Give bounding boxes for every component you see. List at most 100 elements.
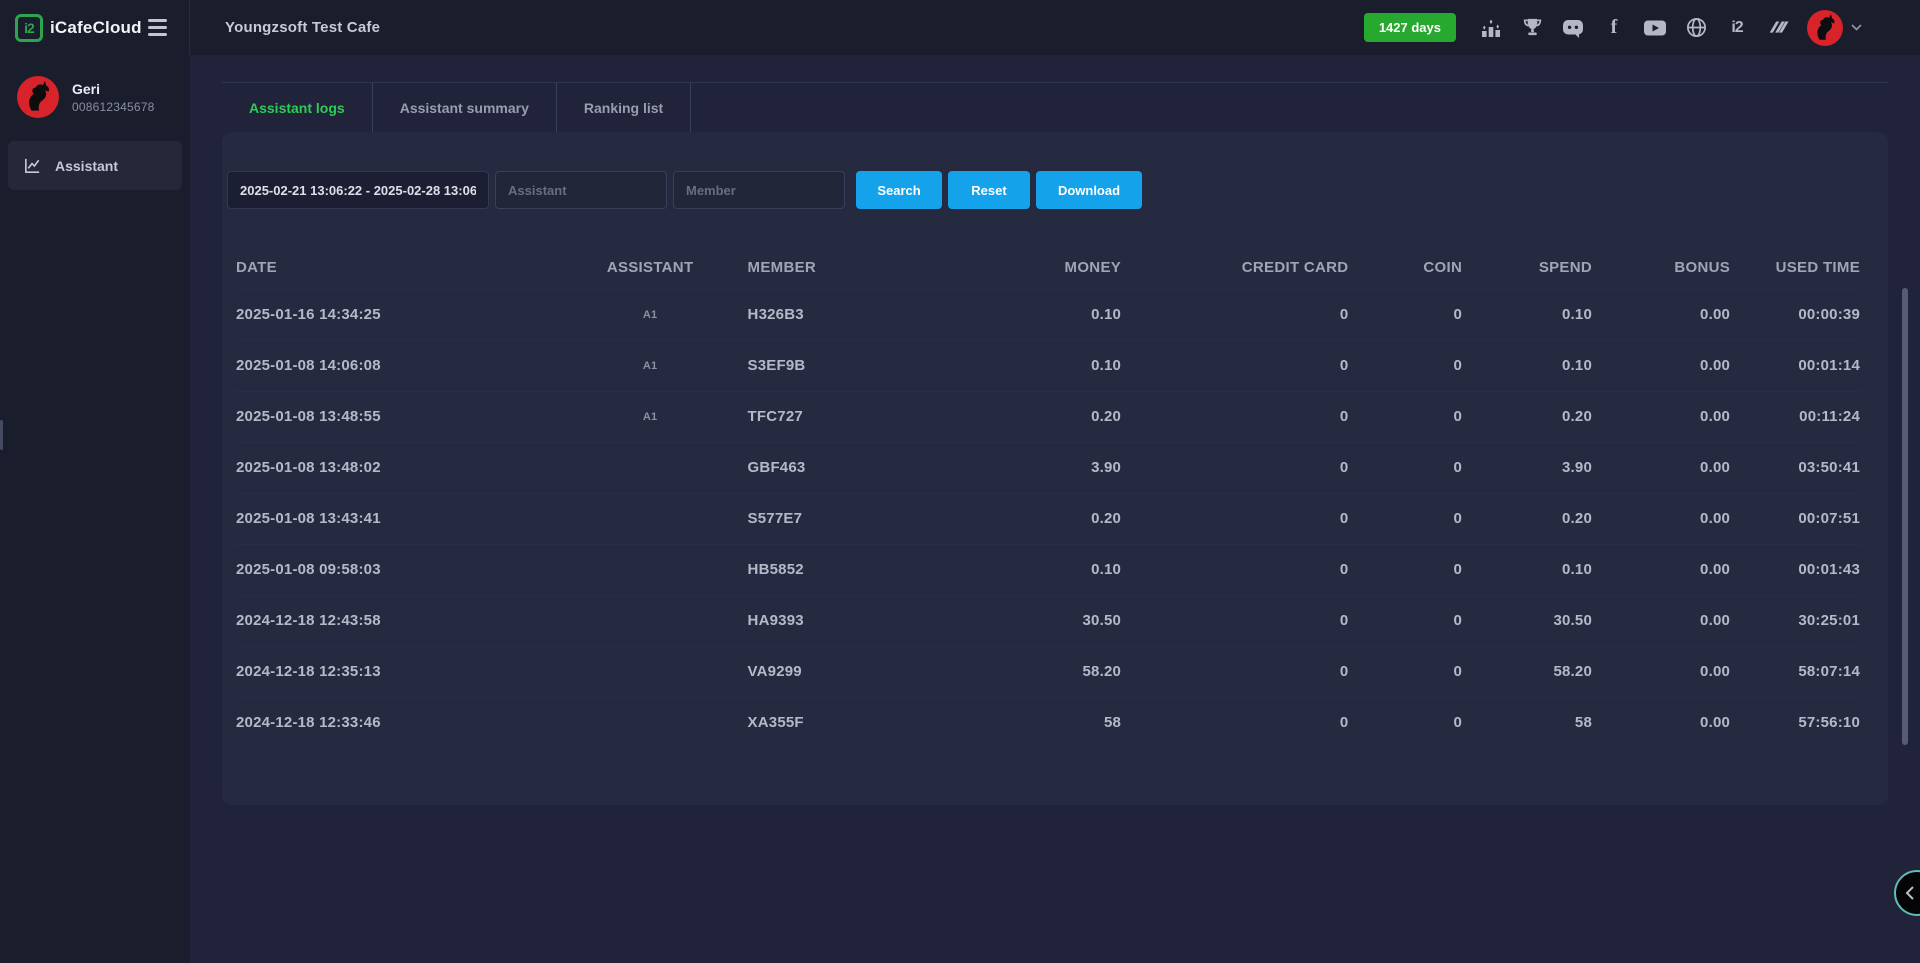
table-cell: 0 bbox=[1121, 289, 1348, 340]
table-cell: 3.90 bbox=[951, 442, 1122, 493]
table-row[interactable]: 2025-01-08 13:43:41S577E70.20000.200.000… bbox=[236, 493, 1860, 544]
user-menu[interactable] bbox=[1807, 10, 1862, 46]
table-row[interactable]: 2024-12-18 12:33:46XA355F5800580.0057:56… bbox=[236, 697, 1860, 748]
table-cell: 0.20 bbox=[951, 391, 1122, 442]
table-cell: 0.10 bbox=[1462, 340, 1592, 391]
table-cell: 58 bbox=[1462, 697, 1592, 748]
ranking-icon[interactable] bbox=[1479, 16, 1503, 40]
table-cell: 00:00:39 bbox=[1730, 289, 1860, 340]
table-cell: 2024-12-18 12:35:13 bbox=[236, 646, 553, 697]
column-header-spend: SPEND bbox=[1462, 246, 1592, 289]
user-phone: 008612345678 bbox=[72, 100, 155, 114]
table-cell: 0.20 bbox=[951, 493, 1122, 544]
table-cell: S577E7 bbox=[748, 493, 951, 544]
table-cell: 0.00 bbox=[1592, 391, 1730, 442]
search-button[interactable]: Search bbox=[856, 171, 942, 209]
table-cell: 0.10 bbox=[951, 340, 1122, 391]
table-cell: 03:50:41 bbox=[1730, 442, 1860, 493]
assistant-logs-panel: Search Reset Download DATEASSISTANTMEMBE… bbox=[222, 132, 1888, 805]
table-row[interactable]: 2024-12-18 12:43:58HA939330.500030.500.0… bbox=[236, 595, 1860, 646]
table-cell: 57:56:10 bbox=[1730, 697, 1860, 748]
tab-bar: Assistant logs Assistant summary Ranking… bbox=[222, 82, 1888, 132]
table-cell: 0 bbox=[1121, 493, 1348, 544]
table-row[interactable]: 2025-01-08 13:48:02GBF4633.90003.900.000… bbox=[236, 442, 1860, 493]
tab-assistant-logs[interactable]: Assistant logs bbox=[222, 83, 373, 132]
reset-button[interactable]: Reset bbox=[948, 171, 1030, 209]
table-cell: 0 bbox=[1121, 442, 1348, 493]
table-cell: 0 bbox=[1121, 697, 1348, 748]
table-head-row: DATEASSISTANTMEMBERMONEYCREDIT CARDCOINS… bbox=[236, 246, 1860, 289]
table-row[interactable]: 2025-01-08 09:58:03HB58520.10000.100.000… bbox=[236, 544, 1860, 595]
table-cell: HB5852 bbox=[748, 544, 951, 595]
table-cell: 0.00 bbox=[1592, 289, 1730, 340]
table-cell: 0 bbox=[1121, 595, 1348, 646]
column-header-member: MEMBER bbox=[748, 246, 951, 289]
table-cell: 0 bbox=[1121, 391, 1348, 442]
date-range-input[interactable] bbox=[227, 171, 489, 209]
column-header-bonus: BONUS bbox=[1592, 246, 1730, 289]
table-cell: 2025-01-08 14:06:08 bbox=[236, 340, 553, 391]
sidebar-item-assistant[interactable]: Assistant bbox=[8, 141, 182, 190]
hamburger-menu-icon[interactable] bbox=[148, 19, 167, 36]
table-cell: 0 bbox=[1348, 646, 1462, 697]
table-cell bbox=[553, 697, 748, 748]
table-cell: 0 bbox=[1348, 289, 1462, 340]
table-cell: 00:01:14 bbox=[1730, 340, 1860, 391]
table-row[interactable]: 2025-01-08 13:48:55A1TFC7270.20000.200.0… bbox=[236, 391, 1860, 442]
logo-text: iCafeCloud bbox=[50, 18, 142, 38]
table-cell: 0 bbox=[1348, 544, 1462, 595]
table-row[interactable]: 2025-01-16 14:34:25A1H326B30.10000.100.0… bbox=[236, 289, 1860, 340]
column-header-money: MONEY bbox=[951, 246, 1122, 289]
table-cell: 58.20 bbox=[951, 646, 1122, 697]
trophy-icon[interactable] bbox=[1520, 16, 1544, 40]
line-chart-icon bbox=[23, 156, 42, 175]
discord-icon[interactable] bbox=[1561, 16, 1585, 40]
table-cell: 3.90 bbox=[1462, 442, 1592, 493]
table-cell: 2024-12-18 12:33:46 bbox=[236, 697, 553, 748]
table-cell: S3EF9B bbox=[748, 340, 951, 391]
icafecloud-icon[interactable]: i2 bbox=[1725, 16, 1749, 40]
table-cell: 0.10 bbox=[1462, 544, 1592, 595]
tab-assistant-summary[interactable]: Assistant summary bbox=[373, 83, 557, 132]
table-cell: 58:07:14 bbox=[1730, 646, 1860, 697]
table-row[interactable]: 2024-12-18 12:35:13VA929958.200058.200.0… bbox=[236, 646, 1860, 697]
table-cell: 30:25:01 bbox=[1730, 595, 1860, 646]
sidebar: Geri 008612345678 Assistant bbox=[0, 55, 190, 963]
sidebar-scrollbar[interactable] bbox=[0, 420, 3, 450]
table-row[interactable]: 2025-01-08 14:06:08A1S3EF9B0.10000.100.0… bbox=[236, 340, 1860, 391]
user-avatar[interactable] bbox=[1807, 10, 1843, 46]
member-input[interactable] bbox=[673, 171, 845, 209]
globe-icon[interactable] bbox=[1684, 16, 1708, 40]
table-cell: GBF463 bbox=[748, 442, 951, 493]
table-cell: HA9393 bbox=[748, 595, 951, 646]
table-cell: 0.00 bbox=[1592, 595, 1730, 646]
column-header-coin: COIN bbox=[1348, 246, 1462, 289]
table-cell: 0.10 bbox=[951, 544, 1122, 595]
download-button[interactable]: Download bbox=[1036, 171, 1142, 209]
page-scrollbar[interactable] bbox=[1902, 288, 1908, 745]
license-days-badge[interactable]: 1427 days bbox=[1364, 13, 1456, 42]
table-cell: VA9299 bbox=[748, 646, 951, 697]
topbar-actions: 1427 days f bbox=[1364, 10, 1920, 46]
tab-ranking-list[interactable]: Ranking list bbox=[557, 83, 691, 132]
table-cell: 58.20 bbox=[1462, 646, 1592, 697]
user-name: Geri bbox=[72, 81, 155, 97]
table-cell: 00:07:51 bbox=[1730, 493, 1860, 544]
youtube-icon[interactable] bbox=[1643, 16, 1667, 40]
layers-icon[interactable] bbox=[1766, 16, 1790, 40]
chevron-down-icon bbox=[1851, 24, 1862, 31]
topbar: i2 iCafeCloud Youngzsoft Test Cafe 1427 … bbox=[0, 0, 1920, 55]
table-cell: 0 bbox=[1348, 442, 1462, 493]
table-cell: 0 bbox=[1121, 544, 1348, 595]
facebook-icon[interactable]: f bbox=[1602, 16, 1626, 40]
table-cell: 0 bbox=[1121, 340, 1348, 391]
assistant-input[interactable] bbox=[495, 171, 667, 209]
logo[interactable]: i2 iCafeCloud bbox=[0, 0, 190, 55]
cafe-name-title: Youngzsoft Test Cafe bbox=[225, 19, 380, 36]
table-cell: 0.00 bbox=[1592, 544, 1730, 595]
sidebar-nav: Assistant bbox=[0, 128, 190, 203]
sidebar-user[interactable]: Geri 008612345678 bbox=[0, 55, 190, 128]
column-header-used-time: USED TIME bbox=[1730, 246, 1860, 289]
sidebar-item-label: Assistant bbox=[55, 158, 118, 174]
assistant-logs-table: DATEASSISTANTMEMBERMONEYCREDIT CARDCOINS… bbox=[236, 246, 1860, 748]
